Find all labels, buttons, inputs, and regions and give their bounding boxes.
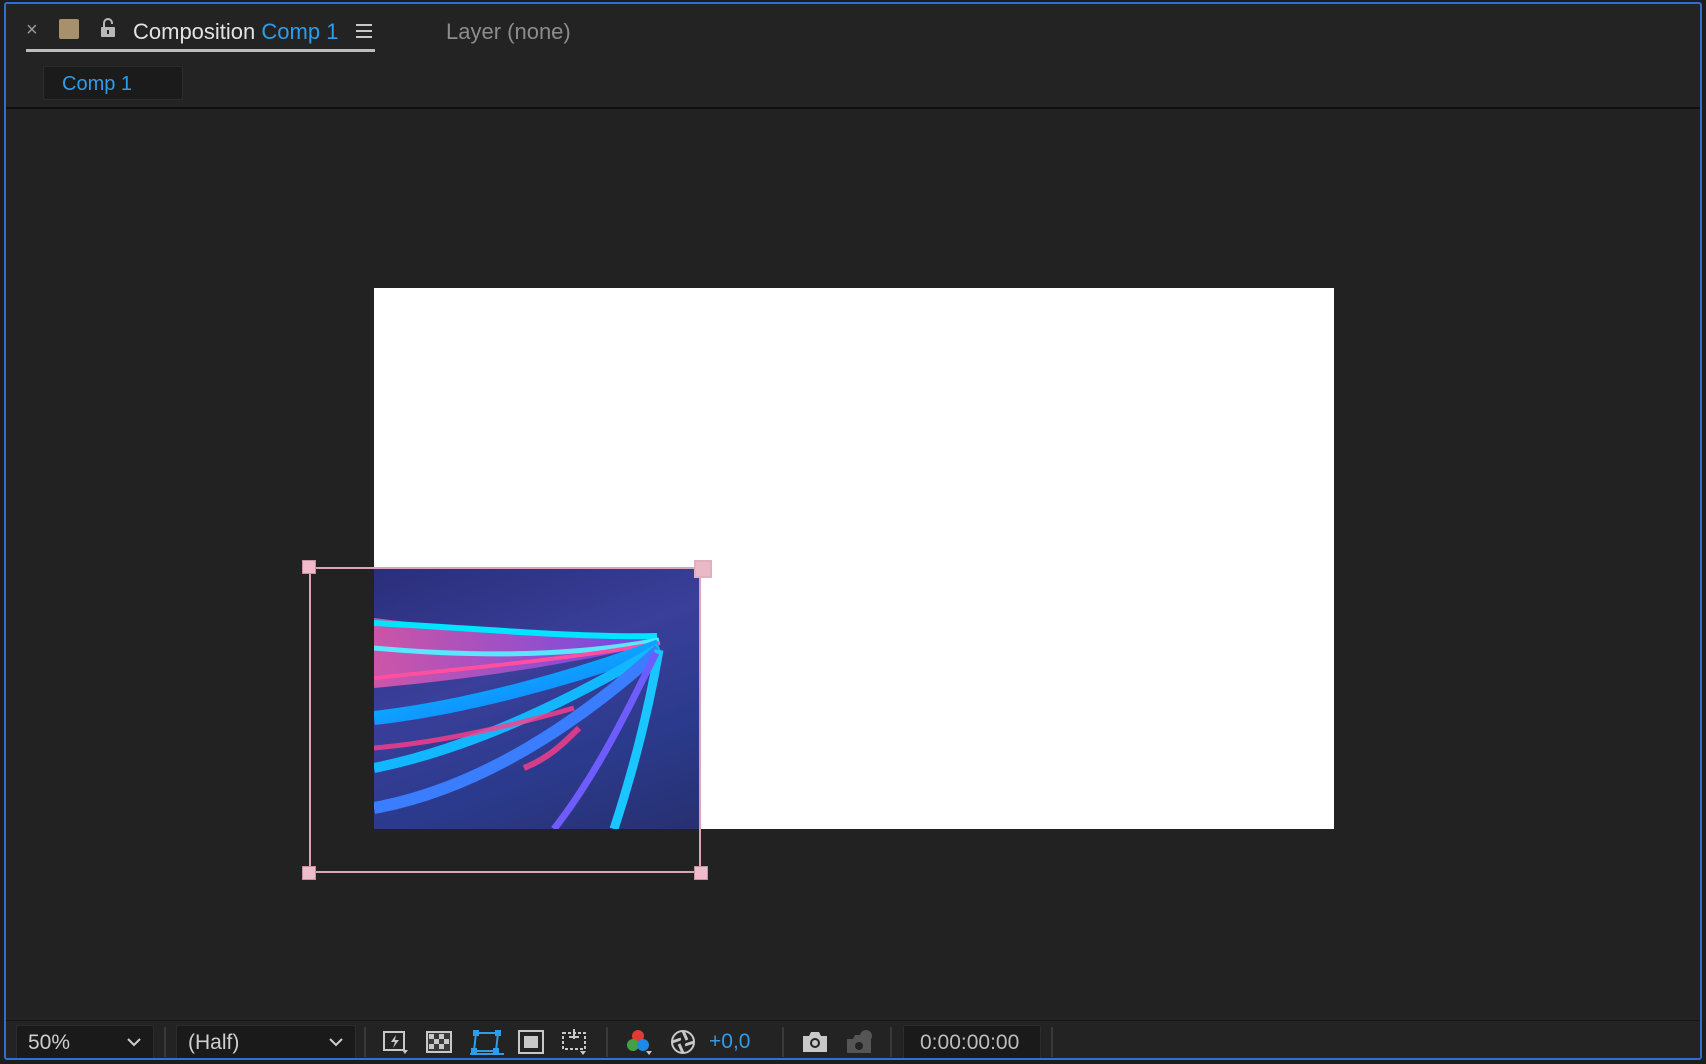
transform-handle-bottom-left[interactable] [302, 866, 316, 880]
panel-tab-header: × Composition Comp 1 Layer (none) [6, 4, 1700, 58]
chevron-down-icon [127, 1038, 141, 1047]
show-snapshot-icon[interactable] [844, 1029, 876, 1055]
layer-bounding-box[interactable] [309, 567, 701, 873]
color-channels-icon[interactable] [624, 1029, 656, 1055]
current-time-display[interactable]: 0:00:00:00 [903, 1025, 1041, 1058]
close-panel-button[interactable]: × [26, 20, 38, 40]
composition-tab[interactable]: Composition Comp 1 [133, 19, 338, 45]
resolution-dropdown[interactable]: (Half) [176, 1025, 356, 1058]
toolbar-divider [606, 1027, 608, 1057]
magnification-dropdown[interactable]: 50% [16, 1025, 154, 1058]
grid-guides-icon[interactable] [560, 1029, 592, 1055]
viewer-toolbar: 50% (Half) +0,0 0:00:00:00 [6, 1020, 1700, 1058]
magnification-value: 50% [28, 1031, 71, 1054]
exposure-reset-icon[interactable] [670, 1029, 698, 1055]
camera-snapshot-icon[interactable] [800, 1029, 832, 1055]
mask-visibility-icon[interactable] [470, 1029, 504, 1055]
composition-tab-name: Comp 1 [261, 19, 339, 44]
label-color-swatch[interactable] [59, 19, 79, 39]
composition-navigator: Comp 1 [6, 58, 1700, 108]
composition-panel: × Composition Comp 1 Layer (none) Comp 1 [4, 2, 1702, 1060]
fast-previews-icon[interactable] [382, 1029, 410, 1055]
transparency-grid-icon[interactable] [426, 1029, 454, 1055]
tab-layer[interactable]: Layer (none) [446, 19, 571, 45]
toolbar-divider [782, 1027, 784, 1057]
toolbar-divider [364, 1027, 366, 1057]
toolbar-divider [1051, 1027, 1053, 1057]
transform-handle-top-right[interactable] [694, 560, 712, 578]
exposure-value[interactable]: +0,0 [709, 1030, 750, 1054]
panel-menu-icon[interactable] [356, 24, 372, 38]
breadcrumb-comp[interactable]: Comp 1 [43, 66, 183, 100]
transform-handle-bottom-right[interactable] [694, 866, 708, 880]
toolbar-divider [890, 1027, 892, 1057]
lock-icon[interactable] [99, 18, 117, 43]
toolbar-divider [164, 1027, 166, 1057]
active-tab-indicator [26, 49, 375, 52]
composition-tab-prefix: Composition [133, 19, 256, 44]
resolution-value: (Half) [188, 1031, 240, 1054]
composition-viewer[interactable] [6, 109, 1700, 1020]
chevron-down-icon [329, 1038, 343, 1047]
transform-handle-top-left[interactable] [302, 560, 316, 574]
region-of-interest-icon[interactable] [518, 1029, 546, 1055]
